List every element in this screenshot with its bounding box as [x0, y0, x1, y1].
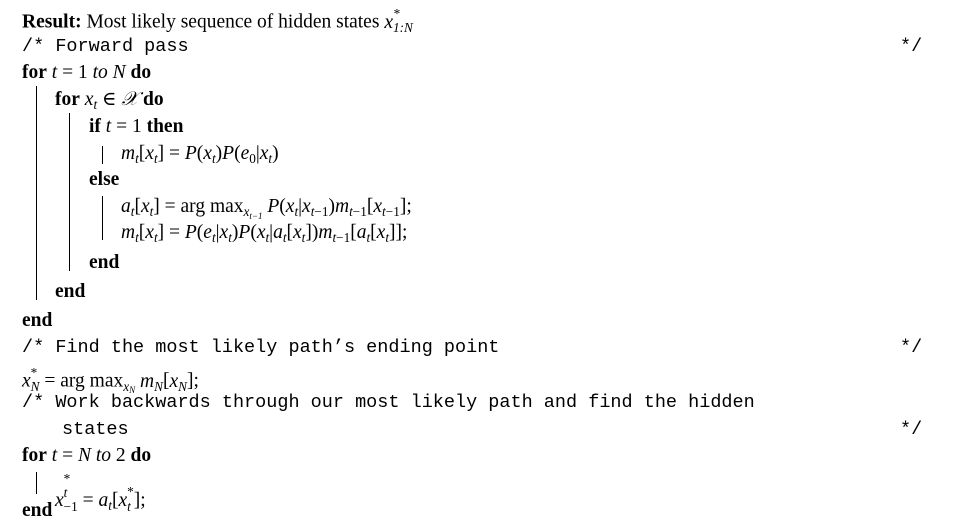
end-if: end: [89, 252, 120, 273]
stmt-a: at[xt] = arg maxxt−1 P(xt|xt−1)mt−1[xt−1…: [121, 196, 412, 221]
result-math: x * 1:N: [384, 6, 413, 36]
block-bar-else: [102, 196, 103, 240]
end-for-backward: end: [22, 500, 53, 521]
end-for-x: end: [55, 281, 86, 302]
stmt-xn: x * N = arg maxxN mN[xN];: [22, 365, 199, 396]
comment-find-end: /* Find the most likely path’s ending po…: [22, 337, 500, 358]
for-loop-backward: for t = N to 2 do: [22, 445, 152, 466]
comment-close: */: [900, 419, 923, 440]
stmt-back: x * t −1 = at[x * t];: [55, 471, 146, 514]
stmt-m: mt[xt] = P(et|xt)P(xt|at[xt])mt−1[at[xt]…: [121, 222, 408, 245]
comment-backward-cont: states: [62, 419, 129, 440]
comment-forward-pass: /* Forward pass: [22, 36, 189, 57]
end-for-t: end: [22, 310, 53, 331]
comment-backward: /* Work backwards through our most likel…: [22, 392, 755, 413]
result-text: Most likely sequence of hidden states: [86, 11, 380, 33]
stmt-init: mt[xt] = P(xt)P(e0|xt): [121, 143, 279, 166]
block-bar-backward: [36, 472, 37, 494]
comment-close: */: [900, 36, 923, 57]
for-loop-x: for xt ∈ 𝒳 do: [55, 89, 164, 112]
else-keyword: else: [89, 169, 120, 190]
if-statement: if t = 1 then: [89, 116, 184, 137]
block-bar-loop-x: [69, 113, 70, 271]
result-line: Result: Most likely sequence of hidden s…: [22, 7, 413, 35]
block-bar-if: [102, 146, 103, 164]
block-bar-loop-t: [36, 86, 37, 300]
for-loop-t: for t = 1 to N do: [22, 62, 152, 83]
result-label: Result:: [22, 11, 82, 33]
comment-close: */: [900, 337, 923, 358]
